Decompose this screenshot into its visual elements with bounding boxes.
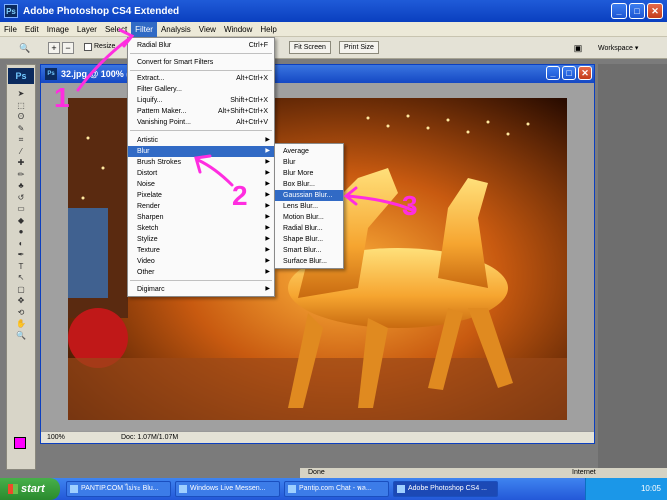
- browser-icon: [70, 485, 78, 493]
- start-label: start: [21, 483, 45, 495]
- photoshop-icon: [397, 485, 405, 493]
- windows-flag-icon: [8, 484, 18, 494]
- browser-icon: [288, 485, 296, 493]
- task-label: Pantip.com Chat - พล...: [299, 485, 372, 492]
- messenger-icon: [179, 485, 187, 493]
- taskbar-button-photoshop[interactable]: Adobe Photoshop CS4 ...: [393, 481, 498, 497]
- task-label: PANTIP.COM ไม่ระ Blu...: [81, 485, 159, 492]
- taskbar-button-pantip[interactable]: PANTIP.COM ไม่ระ Blu...: [66, 481, 171, 497]
- task-label: Adobe Photoshop CS4 ...: [408, 485, 487, 492]
- task-label: Windows Live Messen...: [190, 485, 266, 492]
- annotation-arrow-2: [196, 158, 234, 187]
- start-button[interactable]: start: [0, 478, 60, 500]
- taskbar-button-messenger[interactable]: Windows Live Messen...: [175, 481, 280, 497]
- system-tray: 10:05: [585, 478, 667, 500]
- annotation-number-2: 2: [232, 180, 248, 211]
- annotation-arrow-1: [76, 36, 132, 92]
- annotation-number-1: 1: [54, 82, 70, 113]
- taskbar-button-pantip-chat[interactable]: Pantip.com Chat - พล...: [284, 481, 389, 497]
- annotation-number-3: 3: [402, 190, 418, 221]
- windows-taskbar: start PANTIP.COM ไม่ระ Blu... Windows Li…: [0, 478, 667, 500]
- annotation-arrows: [76, 28, 414, 212]
- clock[interactable]: 10:05: [641, 484, 661, 493]
